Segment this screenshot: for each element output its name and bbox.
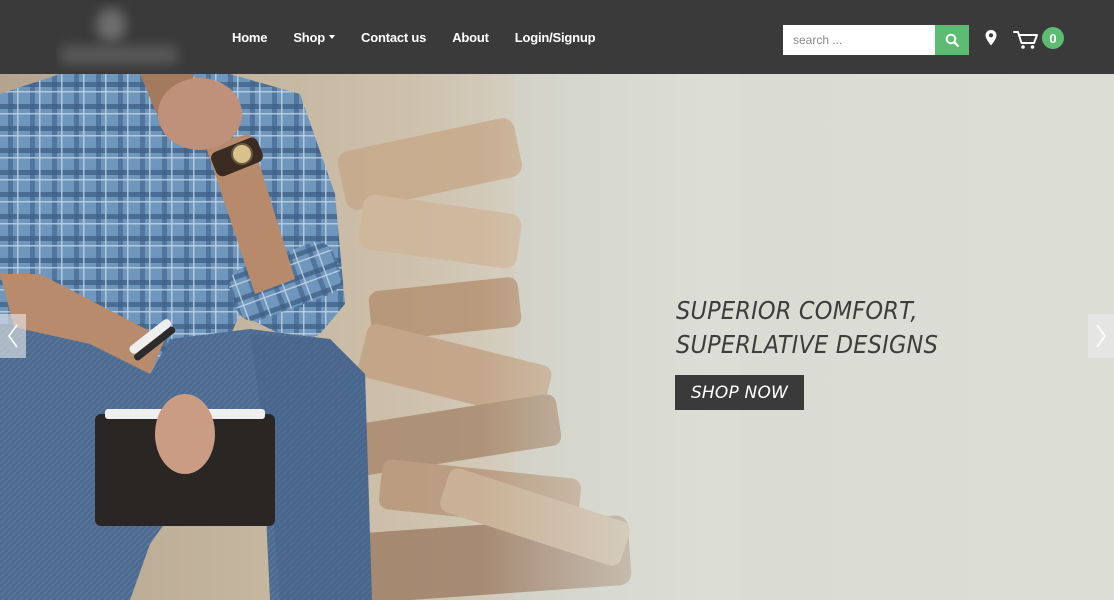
search-input[interactable] <box>783 25 935 55</box>
cart-icon[interactable] <box>1013 30 1039 50</box>
slider-prev-button[interactable] <box>0 314 26 358</box>
nav-about-label: About <box>452 29 489 45</box>
slider-next-button[interactable] <box>1088 314 1114 358</box>
chevron-left-icon <box>8 324 18 348</box>
nav-contact-label: Contact us <box>361 29 427 45</box>
cart-count-badge[interactable]: 0 <box>1042 27 1064 49</box>
nav-login-signup[interactable]: Login/Signup <box>515 30 596 45</box>
search-icon <box>945 33 959 47</box>
nav-contact-us[interactable]: Contact us <box>361 30 426 45</box>
nav-home-label: Home <box>232 29 268 45</box>
nav-shop[interactable]: Shop <box>293 29 336 45</box>
search-bar <box>783 25 969 55</box>
nav-about[interactable]: About <box>452 30 489 45</box>
hero-image <box>0 74 740 600</box>
map-pin-icon[interactable] <box>984 29 998 47</box>
hero-slider: SUPERIOR COMFORT, SUPERLATIVE DESIGNS SH… <box>0 74 1114 600</box>
nav-shop-label: Shop <box>293 29 326 45</box>
shop-now-button[interactable]: SHOP NOW <box>675 375 804 410</box>
hero-headline-line2: SUPERLATIVE DESIGNS <box>676 330 939 359</box>
top-navbar: Home Shop Contact us About Login/Signup … <box>0 0 1114 74</box>
hero-headline-line1: SUPERIOR COMFORT, <box>676 296 918 325</box>
chevron-right-icon <box>1096 324 1106 348</box>
nav-home[interactable]: Home <box>232 29 268 45</box>
search-button[interactable] <box>935 25 969 55</box>
main-nav: Home Shop Contact us About Login/Signup <box>232 0 621 74</box>
site-logo[interactable] <box>56 2 186 72</box>
nav-login-label: Login/Signup <box>514 29 596 45</box>
hero-headline: SUPERIOR COMFORT, SUPERLATIVE DESIGNS <box>676 294 938 362</box>
chevron-down-icon <box>329 35 336 39</box>
